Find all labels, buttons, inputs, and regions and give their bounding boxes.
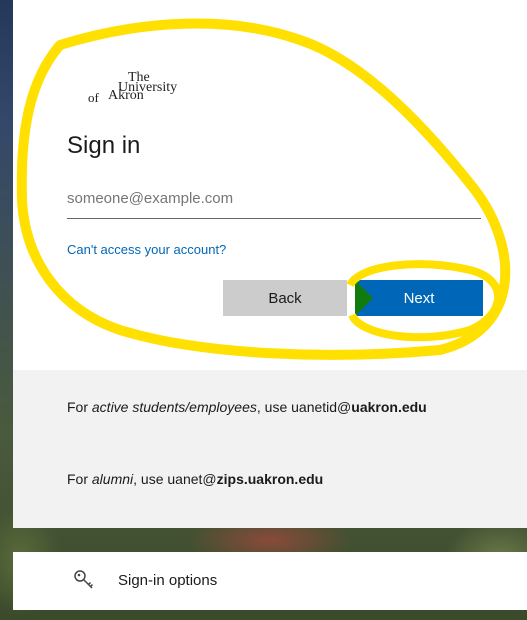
hint-panel [13,370,527,528]
logo-text-akron: Akron [108,88,144,103]
email-input[interactable] [67,182,481,219]
hint-students: For active students/employees, use uanet… [67,399,427,415]
cant-access-account-link[interactable]: Can't access your account? [67,242,226,257]
logo-text-of: of [88,90,99,105]
key-icon [74,570,94,589]
sign-in-options-label[interactable]: Sign-in options [118,572,217,589]
next-button[interactable]: Next [355,280,483,316]
university-logo: The University of Akron [88,70,198,110]
back-button[interactable]: Back [223,280,347,316]
page-title: Sign in [67,132,141,159]
hint-alumni: For alumni, use uanet@zips.uakron.edu [67,471,324,487]
